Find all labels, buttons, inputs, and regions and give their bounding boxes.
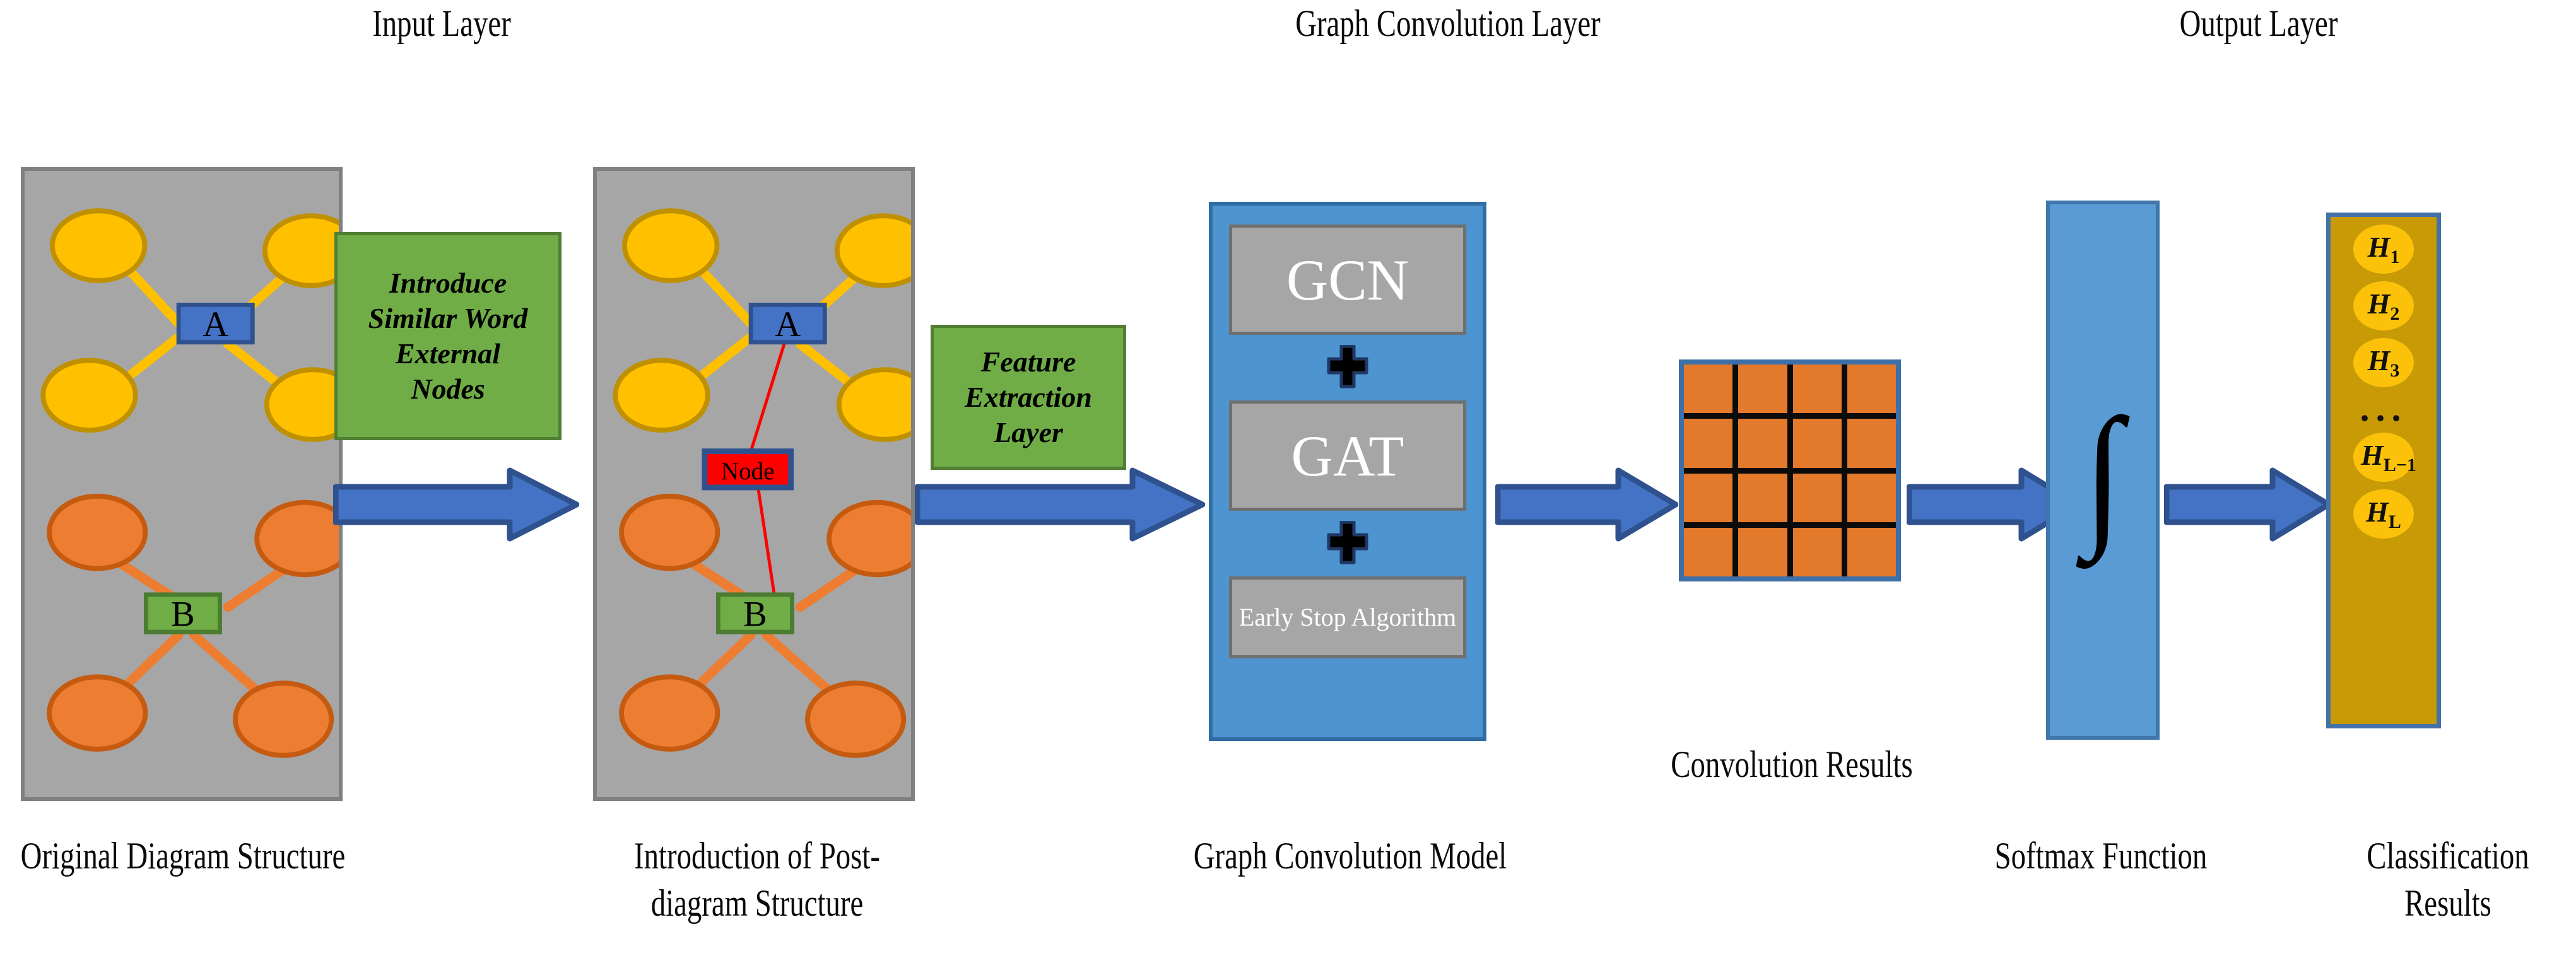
- feature-extraction-layer-box: Feature Extraction Layer: [931, 325, 1126, 470]
- grid-cell: [1684, 419, 1733, 468]
- output-node-base: H: [2366, 495, 2389, 528]
- caption-post-diagram-structure-text: Introduction of Post-diagram Structure: [634, 835, 880, 924]
- graph-convolution-model-box: GCN GAT Early Stop Algorithm: [1209, 202, 1486, 741]
- output-node-sub: L−1: [2383, 455, 2416, 476]
- caption-original-diagram-structure: Original Diagram Structure: [21, 832, 346, 880]
- early-stop-algorithm-bar: Early Stop Algorithm: [1228, 576, 1467, 658]
- output-node-base: H: [2367, 287, 2391, 320]
- early-stop-algorithm-label: Early Stop Algorithm: [1238, 603, 1457, 631]
- caption-original-diagram-structure-text: Original Diagram Structure: [20, 835, 346, 877]
- svg-text:B: B: [743, 594, 767, 634]
- grid-cell: [1738, 419, 1787, 468]
- gcn-bar: GCN: [1228, 225, 1467, 335]
- plus-icon-2: [1325, 521, 1370, 566]
- gat-bar: GAT: [1228, 400, 1467, 511]
- grid-cell: [1738, 527, 1787, 576]
- svg-text:A: A: [203, 305, 228, 344]
- softmax-function-box: ∫: [2046, 201, 2160, 740]
- output-node-base: H: [2367, 230, 2391, 263]
- classification-results-box: H1 H2 H3 ... HL−1 HL: [2326, 213, 2441, 728]
- grid-cell: [1684, 527, 1733, 576]
- grid-cell: [1684, 365, 1733, 414]
- original-diagram-panel: A B: [21, 167, 343, 801]
- grid-cell: [1792, 473, 1842, 522]
- green-box2-line1: Feature: [980, 345, 1076, 378]
- introduce-similar-word-external-nodes-box: Introduce Similar Word External Nodes: [334, 232, 562, 440]
- caption-classification-results: Classification Results: [2320, 832, 2576, 927]
- header-output-layer: Output Layer: [2086, 4, 2431, 44]
- output-node: HL−1: [2353, 433, 2416, 482]
- integral-icon: ∫: [2083, 386, 2122, 561]
- arrow-5: [2164, 467, 2331, 542]
- arrow-1: [333, 467, 579, 542]
- grid-cell: [1684, 473, 1733, 522]
- gat-label: GAT: [1291, 423, 1404, 488]
- caption-post-diagram-structure: Introduction of Post-diagram Structure: [599, 832, 914, 927]
- caption-softmax-function: Softmax Function: [1939, 832, 2264, 880]
- output-node: HL: [2353, 489, 2414, 539]
- output-node: H2: [2353, 281, 2414, 330]
- header-input-layer: Input Layer: [245, 4, 638, 44]
- grid-cell: [1792, 365, 1842, 414]
- grid-cell: [1847, 365, 1896, 414]
- grid-cell: [1738, 473, 1787, 522]
- svg-text:B: B: [171, 594, 195, 634]
- svg-text:Node: Node: [721, 458, 775, 485]
- caption-graph-convolution-model: Graph Convolution Model: [1192, 832, 1507, 880]
- output-node-sub: 2: [2390, 303, 2400, 325]
- output-node-label: H2: [2368, 287, 2400, 325]
- green-box2-line3: Layer: [994, 416, 1063, 449]
- green-box1-line3: External: [395, 337, 501, 370]
- grid-cell: [1847, 473, 1896, 522]
- arrow-3: [1495, 467, 1678, 542]
- caption-graph-convolution-model-text: Graph Convolution Model: [1193, 835, 1507, 877]
- output-node: H1: [2353, 225, 2414, 274]
- output-node-base: H: [2361, 438, 2384, 471]
- output-node-sub: L: [2388, 511, 2401, 533]
- output-node-label: H1: [2368, 230, 2400, 268]
- output-node-sub: 3: [2390, 360, 2400, 382]
- header-graph-convolution-layer-text: Graph Convolution Layer: [1295, 3, 1601, 44]
- green-box1-line2: Similar Word: [368, 301, 528, 334]
- post-diagram-panel: A Node B: [593, 167, 915, 801]
- grid-cell: [1847, 419, 1896, 468]
- grid-cell: [1792, 419, 1842, 468]
- convolution-results-grid: [1679, 359, 1901, 581]
- caption-convolution-results: Convolution Results: [1614, 741, 1969, 788]
- caption-softmax-function-text: Softmax Function: [1994, 835, 2208, 877]
- output-node-label: HL: [2366, 495, 2401, 533]
- grid-cell: [1792, 527, 1842, 576]
- grid-cell: [1738, 365, 1787, 414]
- plus-icon-1: [1325, 345, 1370, 390]
- grid-cell: [1847, 527, 1896, 576]
- svg-text:A: A: [775, 305, 801, 344]
- output-node-sub: 1: [2390, 247, 2400, 268]
- caption-classification-results-text: Classification Results: [2367, 835, 2529, 924]
- green-box2-line2: Extraction: [965, 380, 1092, 413]
- arrow-2: [915, 467, 1205, 542]
- output-node-label: H3: [2368, 344, 2400, 382]
- header-input-layer-text: Input Layer: [372, 3, 511, 44]
- output-ellipsis: ...: [2360, 387, 2408, 429]
- output-node-base: H: [2367, 344, 2391, 376]
- green-box1-line4: Nodes: [411, 373, 485, 406]
- gcn-label: GCN: [1286, 247, 1409, 312]
- caption-convolution-results-text: Convolution Results: [1671, 744, 1913, 785]
- output-node-label: HL−1: [2361, 438, 2416, 476]
- output-node: H3: [2353, 338, 2414, 387]
- header-graph-convolution-layer: Graph Convolution Layer: [1116, 4, 1780, 44]
- header-output-layer-text: Output Layer: [2179, 3, 2338, 44]
- green-box1-line1: Introduce: [389, 266, 507, 299]
